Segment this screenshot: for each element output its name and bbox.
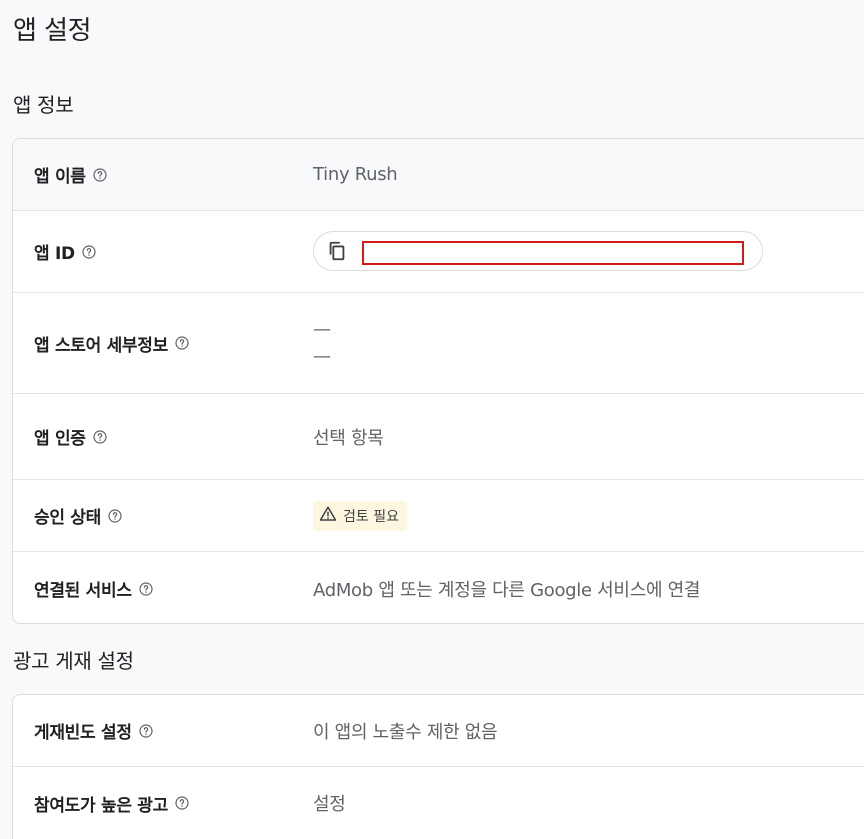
approval-status-label: 승인 상태 [34, 503, 123, 528]
app-info-section-title: 앱 정보 [13, 93, 74, 117]
ad-serving-card: 게재빈도 설정 이 앱의 노출수 제한 없음 참여도가 높은 광고 설정 [12, 694, 864, 839]
app-verification-label: 앱 인증 [34, 424, 108, 449]
row-app-name: 앱 이름 Tiny Rush [13, 139, 864, 211]
app-id-field [313, 231, 763, 271]
help-icon[interactable] [138, 723, 154, 739]
engaging-ads-label: 참여도가 높은 광고 [34, 791, 190, 816]
row-frequency-cap: 게재빈도 설정 이 앱의 노출수 제한 없음 [13, 695, 864, 767]
app-verification-value: 선택 항목 [313, 427, 384, 449]
linked-services-label: 연결된 서비스 [34, 576, 154, 601]
help-icon[interactable] [138, 581, 154, 597]
row-app-id: 앱 ID [13, 211, 864, 293]
row-engaging-ads: 참여도가 높은 광고 설정 [13, 767, 864, 839]
engaging-ads-value: 설정 [313, 794, 346, 815]
help-icon[interactable] [92, 429, 108, 445]
app-name-value: Tiny Rush [313, 164, 398, 185]
linked-services-value: AdMob 앱 또는 계정을 다른 Google 서비스에 연결 [313, 579, 701, 601]
row-approval-status: 승인 상태 검토 필요 [13, 480, 864, 552]
app-info-card: 앱 이름 Tiny Rush 앱 ID 앱 스토어 세부정보 — — 앱 인증 … [12, 138, 864, 624]
help-icon[interactable] [81, 244, 97, 260]
status-badge: 검토 필요 [313, 500, 407, 531]
app-name-label: 앱 이름 [34, 162, 108, 187]
row-store-details: 앱 스토어 세부정보 — — [13, 293, 864, 394]
help-icon[interactable] [174, 335, 190, 351]
help-icon[interactable] [174, 795, 190, 811]
help-icon[interactable] [107, 508, 123, 524]
warning-icon [319, 505, 337, 527]
help-icon[interactable] [92, 167, 108, 183]
row-linked-services: 연결된 서비스 AdMob 앱 또는 계정을 다른 Google 서비스에 연결 [13, 552, 864, 623]
ad-serving-section-title: 광고 게재 설정 [13, 649, 134, 673]
page-title: 앱 설정 [13, 16, 92, 46]
frequency-cap-value: 이 앱의 노출수 제한 없음 [313, 721, 498, 743]
frequency-cap-label: 게재빈도 설정 [34, 718, 154, 743]
app-id-redacted-value [362, 241, 744, 265]
app-id-label: 앱 ID [34, 239, 97, 264]
row-app-verification: 앱 인증 선택 항목 [13, 394, 864, 480]
store-details-value: — — [313, 319, 331, 367]
store-details-label: 앱 스토어 세부정보 [34, 331, 190, 356]
copy-icon[interactable] [326, 240, 348, 262]
